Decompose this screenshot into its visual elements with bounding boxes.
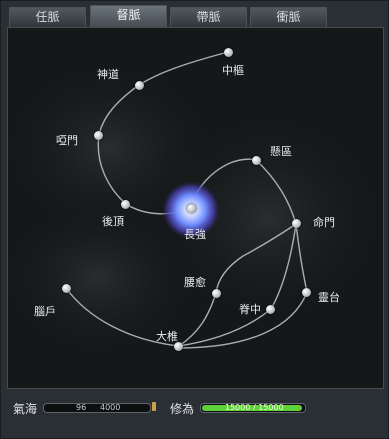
acupoint-mingmen-label: 命門: [313, 216, 335, 229]
acupoint-houding-node[interactable]: [121, 200, 130, 209]
tab-du-mai[interactable]: 督脈: [90, 5, 167, 27]
acupoint-shendao-label: 神道: [97, 68, 119, 81]
status-footer: 氣海 96 4000 修為 15000 / 15000: [7, 392, 384, 422]
acupoint-jizhong-label: 脊中: [239, 303, 261, 316]
acupoint-zhongshu-label: 中樞: [222, 64, 244, 77]
acupoint-changqiang-label: 長強: [184, 228, 206, 241]
acupoint-naohu-node[interactable]: [62, 284, 71, 293]
acupoint-jizhong-node[interactable]: [266, 305, 275, 314]
qihai-current-value: 96: [76, 403, 87, 412]
meridian-lines: [8, 51, 383, 358]
acupoint-xuanshu-label: 懸區: [270, 145, 292, 158]
acupoint-yamen-node[interactable]: [94, 131, 103, 140]
xiuwei-bar: 15000 / 15000: [200, 403, 306, 413]
xiuwei-label: 修為: [170, 402, 195, 416]
qihai-max-value: 4000: [100, 403, 121, 412]
acupoint-changqiang-node[interactable]: [187, 204, 196, 213]
acupoint-shendao-node[interactable]: [135, 81, 144, 90]
acupoint-houding-label: 後頂: [102, 215, 124, 228]
tab-ren-mai[interactable]: 任脈: [9, 7, 86, 27]
tab-bar: 任脈 督脈 帶脈 衝脈: [7, 5, 384, 27]
acupoint-yaoyu-node[interactable]: [212, 289, 221, 298]
acupoint-dazhui-label: 大椎: [156, 330, 178, 343]
acupoint-zhongshu-node[interactable]: [224, 48, 233, 57]
qihai-bar: 96 4000: [43, 403, 151, 413]
acupoint-naohu-label: 腦戶: [34, 305, 56, 318]
meridian-map: 中樞 神道 啞門 後頂 長強 懸區 命門 腰愈 脊中 靈台 腦戶 大椎: [7, 27, 384, 389]
qihai-marker-icon: [152, 402, 156, 411]
qihai-label: 氣海: [13, 402, 38, 416]
acupoint-yamen-label: 啞門: [56, 134, 78, 147]
xiuwei-value: 15000 / 15000: [225, 403, 284, 412]
meridian-window: 任脈 督脈 帶脈 衝脈 中樞 神道 啞門 後頂 長強 懸區 命門 腰愈 脊中 靈…: [0, 0, 389, 439]
acupoint-xuanshu-node[interactable]: [252, 156, 261, 165]
acupoint-mingmen-node[interactable]: [292, 219, 301, 228]
tab-dai-mai[interactable]: 帶脈: [170, 7, 247, 27]
acupoint-lingtai-node[interactable]: [302, 288, 311, 297]
tab-chong-mai[interactable]: 衝脈: [250, 7, 327, 27]
acupoint-yaoyu-label: 腰愈: [184, 276, 206, 289]
acupoint-lingtai-label: 靈台: [318, 291, 340, 304]
